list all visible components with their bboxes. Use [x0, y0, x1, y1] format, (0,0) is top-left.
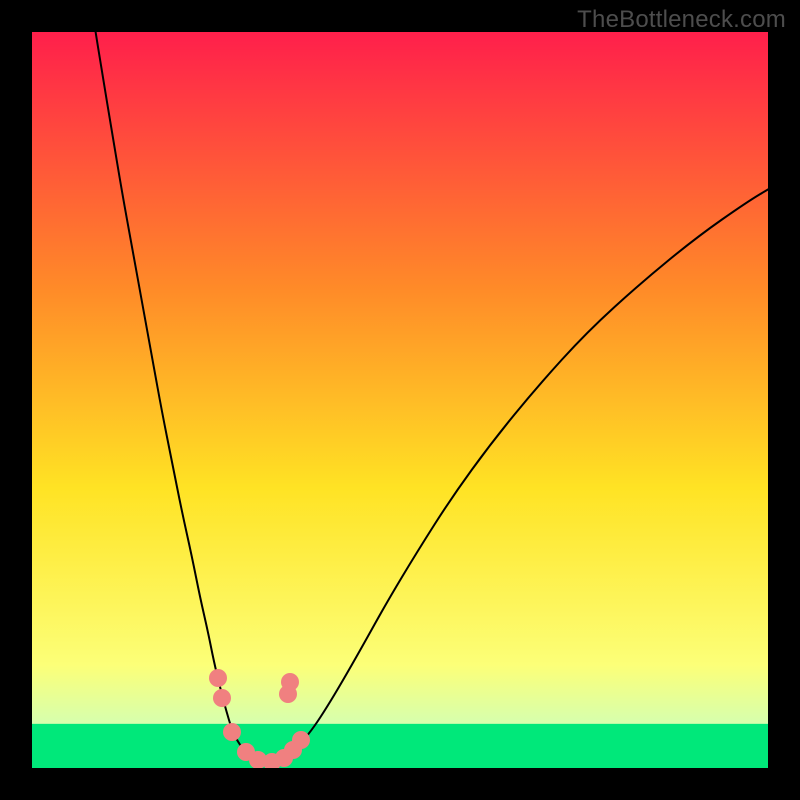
green-band	[32, 724, 768, 768]
marker-dot	[213, 689, 231, 707]
watermark-text: TheBottleneck.com	[577, 6, 786, 34]
chart-frame: TheBottleneck.com	[0, 0, 800, 800]
marker-dot	[281, 673, 299, 691]
marker-dot	[223, 723, 241, 741]
gradient-background	[32, 32, 768, 768]
marker-dot	[292, 731, 310, 749]
chart-svg	[32, 32, 768, 768]
plot-area	[32, 32, 768, 768]
marker-dot	[209, 669, 227, 687]
